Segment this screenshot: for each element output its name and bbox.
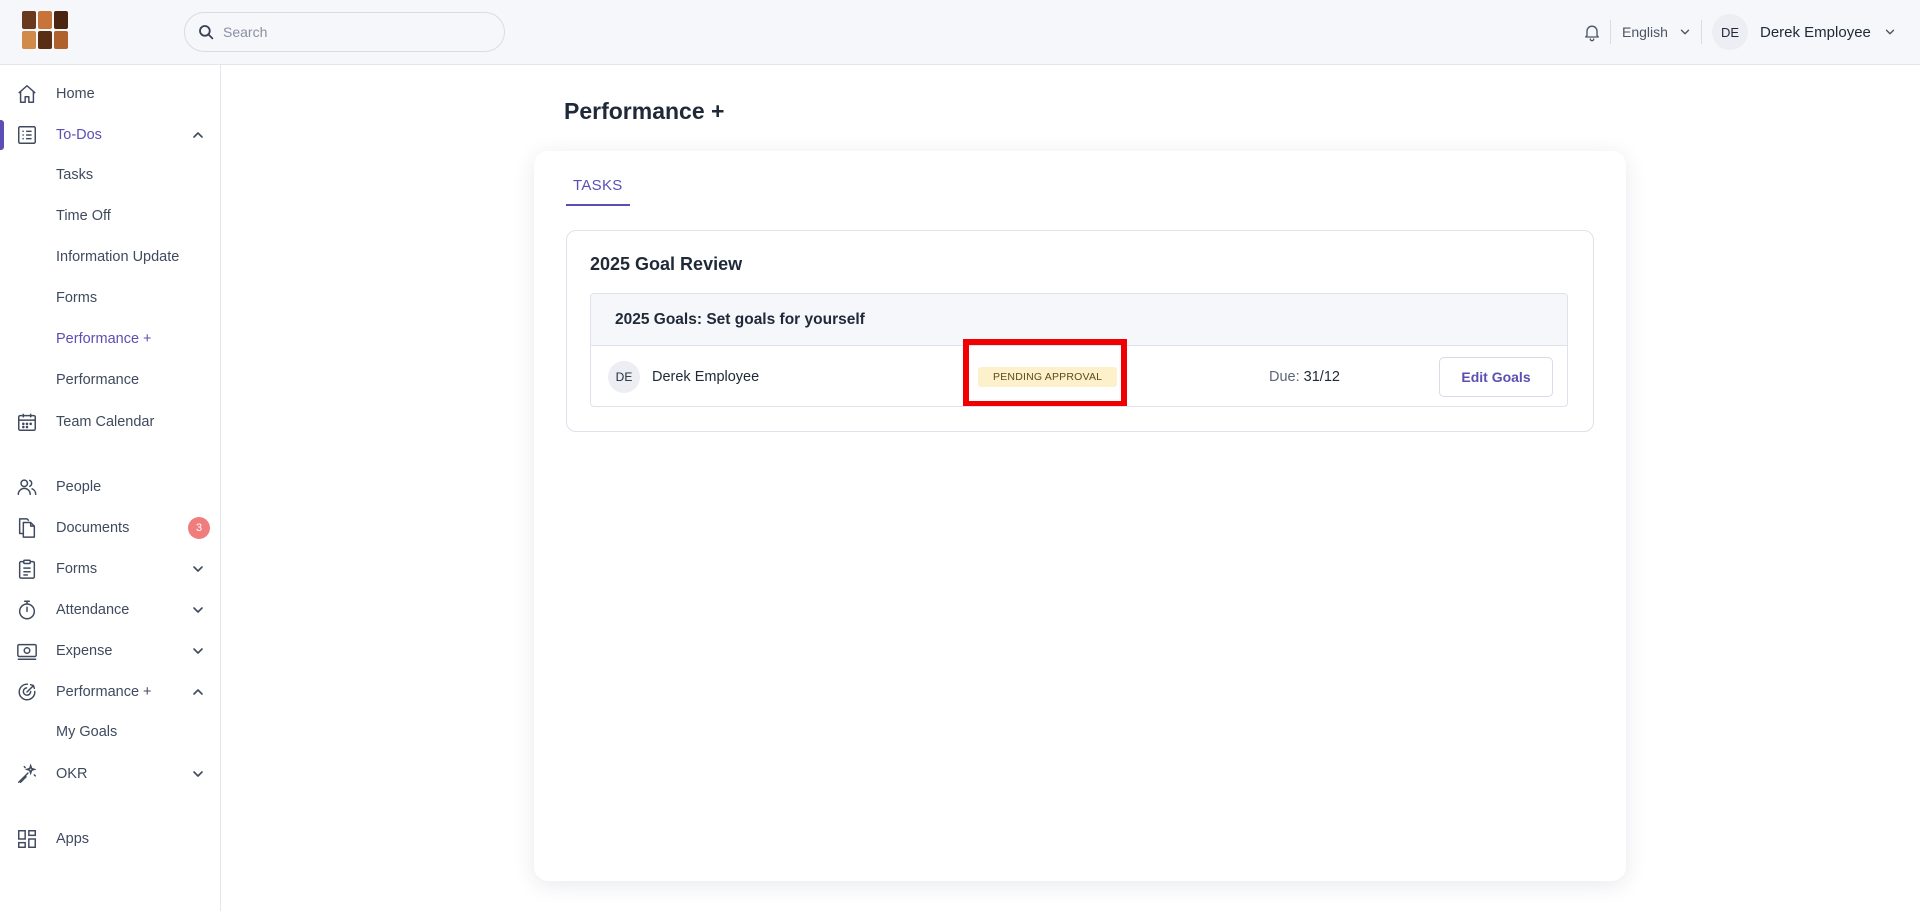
company-logo[interactable] [22,11,68,49]
sidebar-item-label: Information Update [56,249,180,265]
chevron-up-icon [193,689,203,695]
sidebar-subitem-forms[interactable]: Forms [0,278,220,319]
notification-badge: 3 [188,517,210,539]
calendar-icon [18,413,36,431]
stopwatch-icon [18,600,36,620]
sidebar-subitem-performance[interactable]: Performance [0,360,220,401]
goal-group: 2025 Goals: Set goals for yourself DE De… [590,293,1568,407]
user-menu[interactable]: DE Derek Employee [1712,14,1897,50]
sidebar-item-team-calendar[interactable]: Team Calendar [0,401,220,442]
chevron-up-icon [193,132,203,138]
sidebar-item-label: My Goals [56,724,118,740]
sidebar-item-label: Performance + [56,331,152,347]
sidebar-item-attendance[interactable]: Attendance [0,589,220,630]
chevron-down-icon [1885,29,1895,35]
sidebar-item-people[interactable]: People [0,466,220,507]
sidebar-subitem-performance-plus[interactable]: Performance + [0,319,220,360]
sidebar-item-okr[interactable]: OKR [0,753,220,794]
highlight-box [963,339,1127,406]
language-label: English [1622,24,1668,40]
sidebar-item-documents[interactable]: Documents 3 [0,507,220,548]
sidebar-item-label: Attendance [56,601,130,618]
apps-grid-icon [18,830,36,848]
sidebar-subitem-my-goals[interactable]: My Goals [0,712,220,753]
due-date: Due: 31/12 [1269,369,1340,385]
sidebar-subitem-tasks[interactable]: Tasks [0,155,220,196]
due-value: 31/12 [1303,369,1340,385]
search-box [184,12,505,52]
sidebar-item-forms[interactable]: Forms [0,548,220,589]
sidebar-item-label: Forms [56,290,98,306]
chevron-down-icon [193,566,203,572]
sidebar-subitem-information-update[interactable]: Information Update [0,237,220,278]
table-row: DE Derek Employee PENDING APPROVAL Due: … [591,339,1567,406]
search-input[interactable] [223,21,493,43]
sidebar-item-label: Apps [56,830,90,847]
sidebar-item-label: OKR [56,765,88,782]
sidebar-subitem-time-off[interactable]: Time Off [0,196,220,237]
chevron-down-icon [193,607,203,613]
sidebar-item-label: To-Dos [56,126,102,143]
target-icon [18,683,36,701]
divider [1701,20,1702,44]
sidebar-item-performance-plus[interactable]: Performance + [0,671,220,712]
employee-name: Derek Employee [652,369,760,385]
people-icon [17,479,37,496]
top-bar: English DE Derek Employee [0,0,1920,65]
money-icon [17,643,37,660]
sidebar-item-todos[interactable]: To-Dos [0,114,220,155]
sidebar-item-label: Expense [56,642,113,659]
group-title: 2025 Goals: Set goals for yourself [615,311,865,328]
home-icon [18,85,36,103]
tab-label: TASKS [573,177,623,194]
magic-wand-icon [18,763,37,783]
tab-tasks[interactable]: TASKS [566,174,630,206]
sidebar-item-label: Home [56,85,95,102]
avatar: DE [608,361,640,393]
page-title: Performance + [564,98,725,124]
sidebar-item-apps[interactable]: Apps [0,818,220,859]
chevron-down-icon [193,648,203,654]
chevron-down-icon [193,771,203,777]
panel-title: 2025 Goal Review [590,254,743,274]
sidebar-item-label: People [56,478,102,495]
checklist-icon [18,126,36,144]
sidebar-item-label: Tasks [56,167,94,183]
bell-icon[interactable] [1582,22,1602,42]
search-icon [199,25,214,40]
chevron-down-icon [1680,29,1690,35]
clipboard-icon [18,559,36,579]
edit-goals-button[interactable]: Edit Goals [1439,357,1553,397]
divider [1610,20,1611,44]
sidebar-item-label: Performance [56,372,140,388]
sidebar: Home To-Dos Tasks Time Off Information U… [0,65,221,911]
user-name: Derek Employee [1760,23,1871,41]
sidebar-item-label: Team Calendar [56,413,155,430]
sidebar-item-label: Forms [56,560,98,577]
sidebar-item-label: Performance + [56,683,152,700]
sidebar-item-label: Documents [56,519,130,536]
documents-icon [18,518,36,538]
due-label: Due: [1269,369,1300,385]
sidebar-item-expense[interactable]: Expense [0,630,220,671]
sidebar-item-home[interactable]: Home [0,73,220,114]
sidebar-item-label: Time Off [56,208,111,224]
avatar: DE [1712,14,1748,50]
language-selector[interactable]: English [1622,22,1692,42]
